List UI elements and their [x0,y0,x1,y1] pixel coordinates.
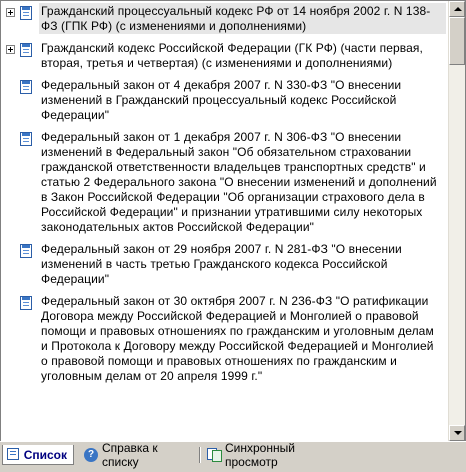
document-icon [18,131,34,147]
tab-help-label: Справка к списку [102,441,158,469]
list-item-title: Федеральный закон от 29 ноября 2007 г. N… [41,242,402,286]
list-item-title: Гражданский кодекс Российской Федерации … [41,41,423,70]
tab-list[interactable]: Список [2,445,74,465]
vertical-scrollbar[interactable] [448,1,465,441]
document-icon [18,5,34,21]
expand-plus-icon[interactable] [6,45,15,54]
sync-view-icon [207,448,222,462]
list-item-title: Федеральный закон от 4 декабря 2007 г. N… [41,78,402,122]
list-item[interactable]: Федеральный закон от 29 ноября 2007 г. N… [1,239,448,291]
document-icon [18,243,34,259]
tab-sync-label: Синхронный просмотр [225,441,295,469]
list-item[interactable]: Гражданский процессуальный кодекс РФ от … [1,1,448,38]
list-item[interactable]: Федеральный закон от 1 декабря 2007 г. N… [1,127,448,239]
list-item[interactable]: Гражданский кодекс Российской Федерации … [1,38,448,75]
tab-list-label: Список [23,447,67,462]
tab-help[interactable]: ? Справка к списку [80,441,201,469]
list-item[interactable]: Федеральный закон от 30 октября 2007 г. … [1,291,448,388]
expand-plus-icon[interactable] [6,8,15,17]
scroll-up-button[interactable] [449,1,465,17]
scrollbar-thumb[interactable] [449,17,465,65]
list-item-title: Федеральный закон от 1 декабря 2007 г. N… [41,130,437,234]
arrow-down-icon [454,431,462,435]
tab-sync[interactable]: Синхронный просмотр [203,441,348,469]
help-icon: ? [84,448,98,462]
arrow-up-icon [454,7,462,11]
list-item-title: Федеральный закон от 30 октября 2007 г. … [41,294,434,383]
scroll-down-button[interactable] [449,425,465,441]
list-icon [7,447,20,462]
document-list: Гражданский процессуальный кодекс РФ от … [1,1,448,441]
document-icon [18,42,34,58]
document-icon [18,79,34,95]
list-item-title: Гражданский процессуальный кодекс РФ от … [39,3,446,34]
document-icon [18,295,34,311]
list-item[interactable]: Федеральный закон от 4 декабря 2007 г. N… [1,75,448,127]
document-list-panel: Гражданский процессуальный кодекс РФ от … [0,0,466,442]
bottom-tab-bar: Список ? Справка к списку Синхронный про… [0,441,466,472]
